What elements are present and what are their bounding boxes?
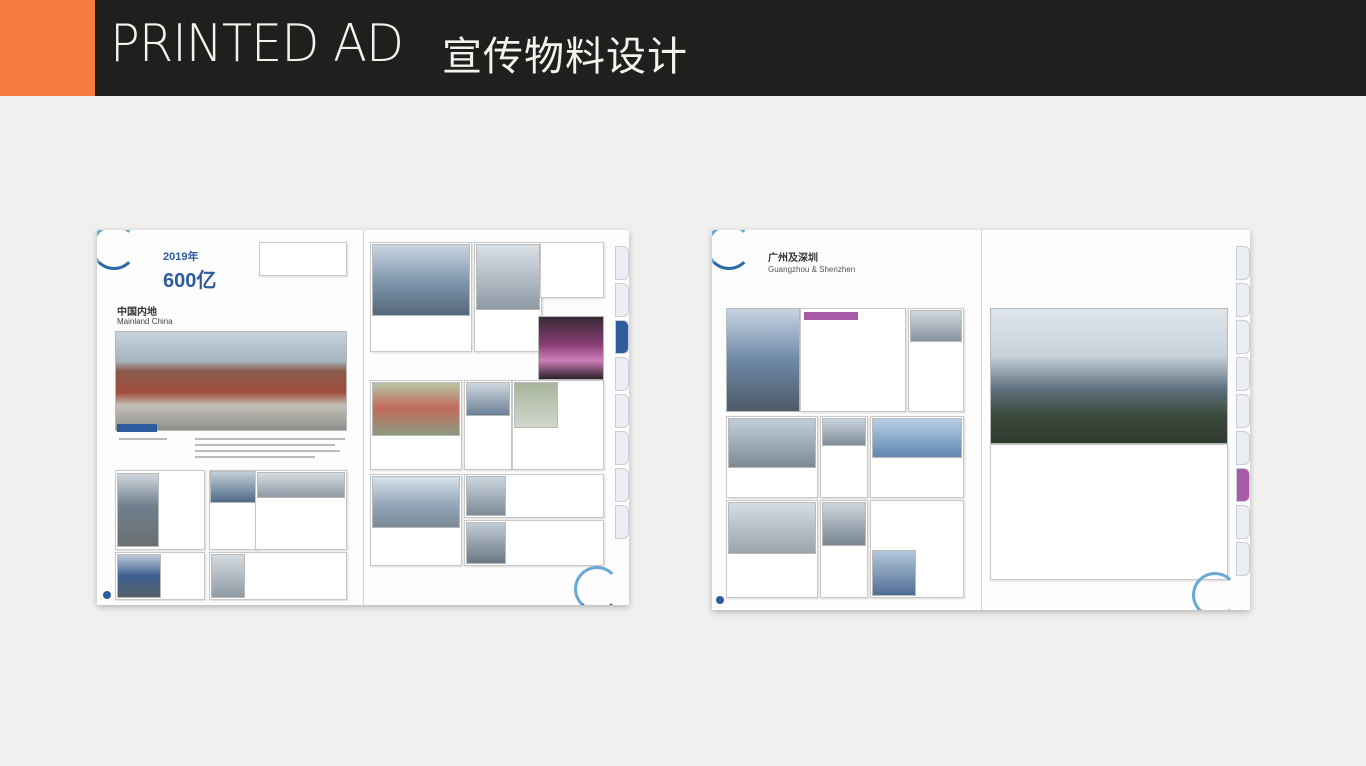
brochure-spread-guangzhou-shenzhen: 广州及深圳 Guangzhou & Shenzhen (712, 230, 1250, 610)
info-box (259, 242, 347, 276)
project-card (540, 242, 604, 298)
region-title-cn: 中国内地 (117, 307, 157, 318)
transaction-table (990, 444, 1228, 580)
project-photo (372, 244, 470, 316)
section-tab[interactable] (1236, 542, 1250, 576)
section-tab[interactable] (1236, 320, 1250, 354)
text-line (195, 444, 335, 446)
section-tabs (1236, 246, 1250, 579)
photo-caption-tag (117, 424, 157, 432)
project-photo (466, 382, 510, 416)
section-tab[interactable] (615, 283, 629, 317)
project-photo (728, 502, 816, 554)
left-page: 广州及深圳 Guangzhou & Shenzhen (712, 230, 981, 610)
section-tab[interactable] (1236, 394, 1250, 428)
project-photo (822, 418, 866, 446)
project-photo (211, 554, 245, 598)
region-title-cn: 广州及深圳 (768, 253, 818, 264)
section-tab-active[interactable] (615, 320, 629, 354)
section-tab[interactable] (615, 431, 629, 465)
text-line (195, 450, 340, 452)
text-line (195, 438, 345, 440)
section-tab[interactable] (615, 394, 629, 428)
project-photo (538, 316, 604, 380)
region-title-en: Mainland China (117, 317, 173, 326)
project-photo (466, 522, 506, 564)
project-photo (117, 473, 159, 547)
project-photo (466, 476, 506, 516)
header-title-en: PRINTED AD (110, 14, 404, 74)
swirl-logo (1192, 572, 1238, 610)
section-tab[interactable] (615, 246, 629, 280)
page-number (716, 596, 724, 604)
hero-amount: 600亿 (163, 270, 217, 292)
project-photo (372, 382, 460, 436)
header-bar: PRINTED AD 宣传物料设计 (0, 0, 1366, 96)
brochure-spread-mainland: 2019年 600亿 中国内地 Mainland China (97, 230, 629, 605)
section-tab[interactable] (1236, 283, 1250, 317)
project-card (800, 308, 906, 412)
project-photo (910, 310, 962, 342)
project-photo (872, 550, 916, 596)
right-page (982, 230, 1250, 610)
section-tab[interactable] (1236, 431, 1250, 465)
project-photo (726, 308, 800, 412)
swirl-logo (574, 566, 620, 605)
project-photo (514, 382, 558, 428)
left-page: 2019年 600亿 中国内地 Mainland China (97, 230, 363, 605)
text-line (119, 438, 167, 440)
project-photo (822, 502, 866, 546)
text-line (195, 456, 315, 458)
swirl-logo (97, 230, 137, 270)
project-photo (372, 476, 460, 528)
page-number (103, 591, 111, 599)
section-tab[interactable] (615, 468, 629, 502)
card-tag (804, 312, 858, 320)
project-photo (872, 418, 962, 458)
section-tab[interactable] (615, 505, 629, 539)
section-tab[interactable] (1236, 505, 1250, 539)
section-tab[interactable] (615, 357, 629, 391)
right-page (364, 230, 629, 605)
section-tab-active[interactable] (1236, 468, 1250, 502)
project-photo (117, 554, 161, 598)
region-title-en: Guangzhou & Shenzhen (768, 265, 856, 274)
swirl-logo (712, 230, 752, 270)
hero-photo (115, 331, 347, 431)
section-tab[interactable] (1236, 246, 1250, 280)
hero-year: 2019年 (163, 251, 199, 263)
project-photo (257, 472, 345, 498)
skyline-photo (990, 308, 1228, 444)
section-tab[interactable] (1236, 357, 1250, 391)
project-photo (476, 244, 540, 310)
accent-block (0, 0, 95, 96)
header-title-cn: 宣传物料设计 (442, 34, 688, 80)
project-photo (728, 418, 816, 468)
section-tabs (615, 246, 629, 542)
project-photo (210, 471, 256, 503)
